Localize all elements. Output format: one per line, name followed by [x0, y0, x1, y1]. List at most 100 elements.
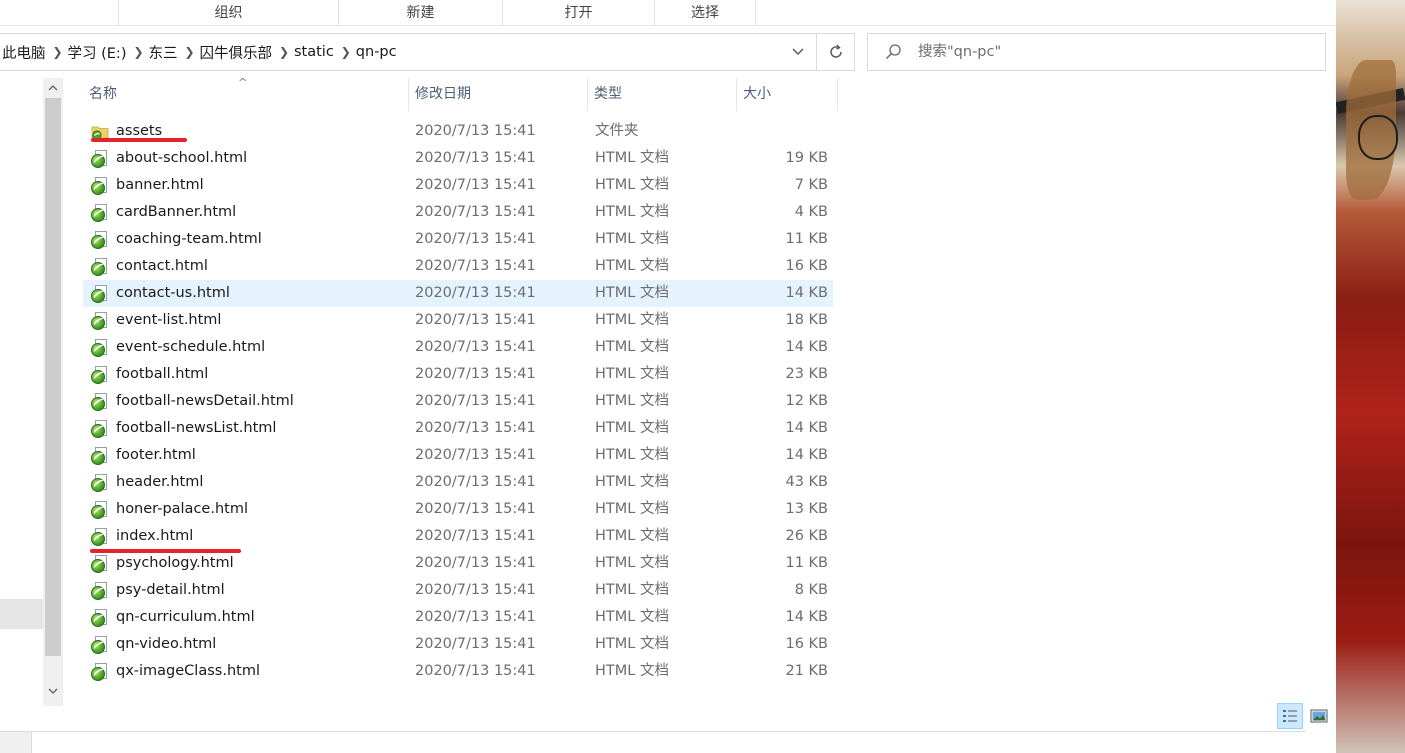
scroll-down-arrow[interactable]	[43, 680, 63, 702]
file-row[interactable]: assets 2020/7/13 15:41 文件夹	[83, 118, 833, 145]
column-headers: ^ 名称 修改日期 类型 大小	[83, 77, 838, 111]
file-type: HTML 文档	[595, 609, 669, 625]
file-size: 8 KB	[794, 582, 828, 598]
file-row[interactable]: psychology.html 2020/7/13 15:41 HTML 文档 11 …	[83, 550, 833, 577]
search-box[interactable]: 搜索"qn-pc"	[867, 33, 1326, 71]
breadcrumb-this-pc[interactable]: 此电脑	[0, 42, 50, 63]
file-name: contact.html	[116, 258, 208, 274]
navigation-pane-scrollbar[interactable]	[43, 78, 63, 706]
column-header-type[interactable]: 类型	[588, 78, 737, 111]
file-row[interactable]: football.html 2020/7/13 15:41 HTML 文档 23 KB	[83, 361, 833, 388]
column-header-name[interactable]: 名称	[83, 78, 409, 111]
file-date: 2020/7/13 15:41	[415, 663, 536, 679]
file-row[interactable]: psy-detail.html 2020/7/13 15:41 HTML 文档 8 K…	[83, 577, 833, 604]
address-bar[interactable]: 此电脑 ❯ 学习 (E:) ❯ 东三 ❯ 囚牛俱乐部 ❯ static ❯ qn…	[0, 33, 855, 71]
address-history-dropdown[interactable]	[783, 34, 813, 70]
refresh-button[interactable]	[816, 34, 854, 70]
scroll-up-arrow[interactable]	[43, 78, 63, 98]
file-type: HTML 文档	[595, 393, 669, 409]
file-size: 14 KB	[785, 609, 828, 625]
file-size: 14 KB	[785, 339, 828, 355]
file-size: 14 KB	[785, 447, 828, 463]
file-size: 4 KB	[794, 204, 828, 220]
column-header-date-modified[interactable]: 修改日期	[409, 78, 588, 111]
breadcrumb-club[interactable]: 囚牛俱乐部	[197, 42, 276, 63]
ribbon-group-select[interactable]: 选择	[654, 0, 756, 26]
html-file-icon	[91, 150, 109, 168]
file-row[interactable]: header.html 2020/7/13 15:41 HTML 文档 43 KB	[83, 469, 833, 496]
chevron-right-icon[interactable]: ❯	[130, 45, 146, 59]
scrollbar-thumb[interactable]	[45, 98, 61, 656]
file-name: qn-curriculum.html	[116, 609, 255, 625]
file-size: 18 KB	[785, 312, 828, 328]
file-size: 7 KB	[794, 177, 828, 193]
file-name: psy-detail.html	[116, 582, 225, 598]
file-row[interactable]: event-list.html 2020/7/13 15:41 HTML 文档 18 …	[83, 307, 833, 334]
file-row[interactable]: contact.html 2020/7/13 15:41 HTML 文档 16 KB	[83, 253, 833, 280]
html-file-icon	[91, 474, 109, 492]
file-row[interactable]: football-newsList.html 2020/7/13 15:41 HTM…	[83, 415, 833, 442]
file-size: 13 KB	[785, 501, 828, 517]
file-size: 21 KB	[785, 663, 828, 679]
file-type: HTML 文档	[595, 663, 669, 679]
chevron-right-icon[interactable]: ❯	[276, 45, 292, 59]
file-row[interactable]: contact-us.html 2020/7/13 15:41 HTML 文档 14 …	[83, 280, 833, 307]
column-header-size[interactable]: 大小	[737, 78, 838, 111]
file-row[interactable]: qx-imageClass.html 2020/7/13 15:41 HTML 文档…	[83, 658, 833, 685]
file-row[interactable]: about-school.html 2020/7/13 15:41 HTML 文档 1…	[83, 145, 833, 172]
file-size: 16 KB	[785, 636, 828, 652]
file-row[interactable]: football-newsDetail.html 2020/7/13 15:41 H…	[83, 388, 833, 415]
file-type: HTML 文档	[595, 231, 669, 247]
html-file-icon	[91, 636, 109, 654]
html-file-icon	[91, 204, 109, 222]
file-size: 11 KB	[785, 231, 828, 247]
file-row[interactable]: banner.html 2020/7/13 15:41 HTML 文档 7 KB	[83, 172, 833, 199]
breadcrumb-drive-e[interactable]: 学习 (E:)	[66, 42, 131, 63]
file-date: 2020/7/13 15:41	[415, 447, 536, 463]
file-row[interactable]: honer-palace.html 2020/7/13 15:41 HTML 文档 1…	[83, 496, 833, 523]
ribbon-group-open[interactable]: 打开	[502, 0, 654, 26]
html-file-icon	[91, 501, 109, 519]
file-type: HTML 文档	[595, 501, 669, 517]
file-date: 2020/7/13 15:41	[415, 555, 536, 571]
file-row[interactable]: event-schedule.html 2020/7/13 15:41 HTML 文…	[83, 334, 833, 361]
chevron-right-icon[interactable]: ❯	[50, 45, 66, 59]
file-name: banner.html	[116, 177, 204, 193]
navigation-pane-selected-item[interactable]	[0, 599, 43, 629]
html-file-icon	[91, 231, 109, 249]
file-name: index.html	[116, 528, 194, 544]
file-type: HTML 文档	[595, 636, 669, 652]
file-type: HTML 文档	[595, 204, 669, 220]
file-explorer-window: 组织 新建 打开 选择 此电脑 ❯ 学习 (E:) ❯ 东三 ❯ 囚牛俱乐部 ❯…	[0, 0, 1336, 731]
large-icons-view-button[interactable]	[1306, 703, 1332, 729]
file-row[interactable]: index.html 2020/7/13 15:41 HTML 文档 26 KB	[83, 523, 833, 550]
file-date: 2020/7/13 15:41	[415, 312, 536, 328]
file-date: 2020/7/13 15:41	[415, 474, 536, 490]
breadcrumb-static[interactable]: static	[292, 44, 338, 60]
navigation-pane[interactable]	[0, 78, 43, 706]
breadcrumb-qn-pc[interactable]: qn-pc	[354, 44, 401, 60]
file-size: 43 KB	[785, 474, 828, 490]
html-file-icon	[91, 177, 109, 195]
ribbon-group-new[interactable]: 新建	[338, 0, 502, 26]
chevron-right-icon[interactable]: ❯	[181, 45, 197, 59]
file-size: 16 KB	[785, 258, 828, 274]
breadcrumb-dongsan[interactable]: 东三	[146, 42, 181, 63]
details-view-button[interactable]	[1277, 703, 1303, 729]
file-type: HTML 文档	[595, 420, 669, 436]
file-type: HTML 文档	[595, 285, 669, 301]
file-row[interactable]: qn-curriculum.html 2020/7/13 15:41 HTML 文档…	[83, 604, 833, 631]
red-underline-annotation	[90, 549, 241, 553]
html-file-icon	[91, 339, 109, 357]
refresh-icon	[829, 44, 842, 58]
file-type: HTML 文档	[595, 447, 669, 463]
html-file-icon	[91, 258, 109, 276]
file-row[interactable]: cardBanner.html 2020/7/13 15:41 HTML 文档 4 K…	[83, 199, 833, 226]
file-row[interactable]: qn-video.html 2020/7/13 15:41 HTML 文档 16 KB	[83, 631, 833, 658]
ribbon-group-organize[interactable]: 组织	[118, 0, 338, 26]
file-row[interactable]: coaching-team.html 2020/7/13 15:41 HTML 文档…	[83, 226, 833, 253]
file-row[interactable]: footer.html 2020/7/13 15:41 HTML 文档 14 KB	[83, 442, 833, 469]
html-file-icon	[91, 285, 109, 303]
chevron-right-icon[interactable]: ❯	[338, 45, 354, 59]
html-file-icon	[91, 420, 109, 438]
